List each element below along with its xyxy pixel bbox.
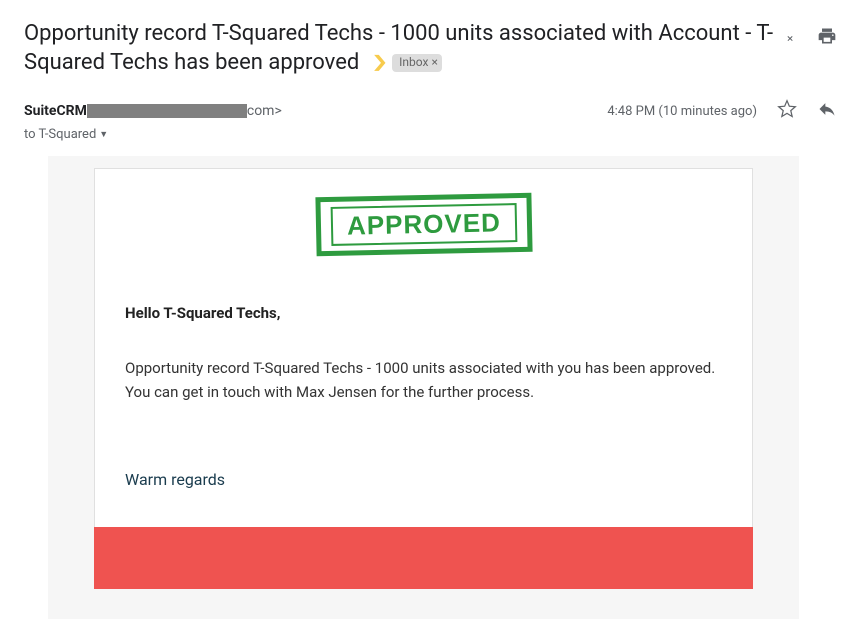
collapse-icon[interactable]: ⌄⌄ — [785, 32, 795, 44]
remove-label-icon[interactable]: × — [431, 55, 437, 71]
card-footer — [94, 527, 753, 589]
reply-icon[interactable] — [817, 99, 837, 123]
email-card: APPROVED Hello T-Squared Techs, Opportun… — [94, 168, 753, 589]
greeting-text: Hello T-Squared Techs, — [125, 302, 722, 325]
recipient-line[interactable]: to T-Squared ▼ — [0, 125, 847, 156]
body-text: Opportunity record T-Squared Techs - 100… — [125, 357, 722, 404]
inbox-label-text: Inbox — [399, 55, 428, 71]
email-body-wrapper: APPROVED Hello T-Squared Techs, Opportun… — [48, 156, 799, 619]
recipient-prefix: to — [24, 127, 36, 142]
sender-address-redacted — [87, 104, 247, 118]
email-timestamp: 4:48 PM (10 minutes ago) — [607, 104, 757, 119]
recipient-name: T-Squared — [39, 127, 97, 142]
approved-stamp: APPROVED — [95, 169, 752, 268]
recipient-details-dropdown-icon[interactable]: ▼ — [99, 129, 108, 140]
star-icon[interactable] — [777, 99, 797, 123]
important-marker-icon[interactable]: ❯ — [371, 52, 388, 73]
email-subject: Opportunity record T-Squared Techs - 100… — [24, 20, 785, 77]
signoff-text: Warm regards — [125, 468, 722, 493]
sender-domain: com> — [247, 103, 282, 119]
print-icon[interactable] — [817, 26, 837, 50]
stamp-text: APPROVED — [330, 203, 517, 246]
sender-name: SuiteCRM — [24, 103, 87, 119]
inbox-label-chip[interactable]: Inbox × — [392, 54, 442, 72]
